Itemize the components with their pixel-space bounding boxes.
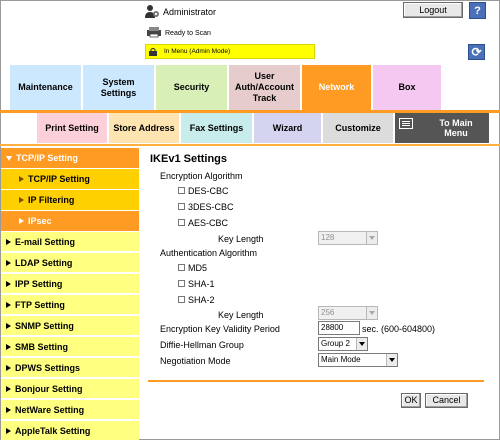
tab-network[interactable]: Network [302, 65, 372, 110]
sidebar-item-ipp-setting[interactable]: IPP Setting [1, 274, 139, 294]
sha2-label: SHA-2 [188, 295, 215, 305]
chevron-right-icon [19, 176, 24, 182]
chevron-down-icon [366, 232, 377, 244]
chevron-right-icon [6, 280, 11, 287]
sidebar-item-ip-filtering[interactable]: IP Filtering [1, 190, 139, 210]
sha2-checkbox[interactable] [178, 296, 185, 303]
sidebar-item-appletalk-setting[interactable]: AppleTalk Setting [1, 421, 139, 440]
chevron-right-icon [19, 218, 24, 224]
sidebar-item-smb-setting[interactable]: SMB Setting [1, 337, 139, 357]
sha1-label: SHA-1 [188, 279, 215, 289]
tab-system-settings[interactable]: System Settings [83, 65, 155, 110]
subtab-divider [0, 144, 500, 146]
cancel-button[interactable]: Cancel [425, 393, 468, 408]
validity-period-input[interactable]: 28800 [318, 321, 360, 335]
refresh-icon[interactable]: ⟳ [468, 44, 485, 60]
chevron-down-icon [356, 338, 367, 350]
tab-security[interactable]: Security [156, 65, 228, 110]
md5-checkbox[interactable] [178, 264, 185, 271]
auth-key-length-label: Key Length [218, 310, 264, 320]
chevron-right-icon [6, 259, 11, 266]
sidebar-item-ipsec[interactable]: IPsec [1, 211, 139, 231]
chevron-right-icon [6, 343, 11, 350]
sidebar-item-netware-setting[interactable]: NetWare Setting [1, 400, 139, 420]
sidebar-item-snmp-setting[interactable]: SNMP Setting [1, 316, 139, 336]
dh-group-select[interactable]: Group 2 [318, 337, 368, 351]
sidebar-item-ftp-setting[interactable]: FTP Setting [1, 295, 139, 315]
tab-user-auth-account-track[interactable]: User Auth/Account Track [229, 65, 301, 110]
chevron-down-icon [6, 155, 12, 161]
sidebar-item-tcpip-setting-sub[interactable]: TCP/IP Setting [1, 169, 139, 189]
help-button[interactable]: ? [469, 2, 486, 19]
chevron-down-icon [366, 307, 377, 319]
validity-period-label: Encryption Key Validity Period [160, 324, 280, 334]
mode-lock-icon [149, 48, 157, 56]
aes-cbc-label: AES-CBC [188, 218, 229, 228]
3des-cbc-checkbox[interactable] [178, 203, 185, 210]
chevron-right-icon [6, 322, 11, 329]
sidebar-item-tcpip-setting[interactable]: TCP/IP Setting [1, 148, 139, 168]
chevron-right-icon [6, 427, 11, 434]
chevron-right-icon [6, 385, 11, 392]
chevron-right-icon [6, 406, 11, 413]
chevron-right-icon [6, 301, 11, 308]
chevron-right-icon [19, 197, 24, 203]
des-cbc-label: DES-CBC [188, 186, 229, 196]
chevron-right-icon [6, 238, 11, 245]
authentication-algorithm-label: Authentication Algorithm [160, 248, 258, 258]
subtab-customize[interactable]: Customize [323, 113, 394, 143]
sha1-checkbox[interactable] [178, 280, 185, 287]
chevron-right-icon [6, 364, 11, 371]
des-cbc-checkbox[interactable] [178, 187, 185, 194]
md5-label: MD5 [188, 263, 208, 273]
negotiation-mode-label: Negotiation Mode [160, 356, 231, 366]
admin-mode-bar: In Menu (Admin Mode) [145, 44, 315, 59]
tab-box[interactable]: Box [373, 65, 442, 110]
sidebar-item-bonjour-setting[interactable]: Bonjour Setting [1, 379, 139, 399]
chevron-down-icon [386, 354, 397, 366]
status-text: Ready to Scan [165, 30, 211, 37]
negotiation-mode-select[interactable]: Main Mode [318, 353, 398, 367]
tab-maintenance[interactable]: Maintenance [10, 65, 82, 110]
encryption-algorithm-label: Encryption Algorithm [160, 171, 243, 181]
3des-cbc-label: 3DES-CBC [188, 202, 234, 212]
content-divider [148, 380, 484, 382]
ok-button[interactable]: OK [401, 393, 421, 408]
enc-key-length-select[interactable]: 128 [318, 231, 378, 245]
aes-cbc-checkbox[interactable] [178, 219, 185, 226]
sidebar-item-dpws-settings[interactable]: DPWS Settings [1, 358, 139, 378]
admin-mode-text: In Menu (Admin Mode) [164, 48, 231, 55]
user-name: Administrator [163, 7, 217, 17]
sidebar-item-ldap-setting[interactable]: LDAP Setting [1, 253, 139, 273]
subtab-store-address[interactable]: Store Address [109, 113, 180, 143]
auth-key-length-select[interactable]: 256 [318, 306, 378, 320]
dh-group-label: Diffie-Hellman Group [160, 340, 244, 350]
subtab-fax-settings[interactable]: Fax Settings [181, 113, 253, 143]
logout-button[interactable]: Logout [403, 2, 463, 18]
main-menu-icon [399, 118, 413, 129]
page-title: IKEv1 Settings [150, 153, 228, 165]
sidebar-item-email-setting[interactable]: E-mail Setting [1, 232, 139, 252]
subtab-wizard[interactable]: Wizard [254, 113, 322, 143]
administrator-icon [145, 5, 159, 18]
to-main-menu-button[interactable]: To Main Menu [395, 113, 490, 143]
printer-status-icon [147, 27, 161, 38]
to-main-menu-label: To Main Menu [439, 118, 473, 138]
enc-key-length-label: Key Length [218, 234, 264, 244]
subtab-print-setting[interactable]: Print Setting [37, 113, 108, 143]
validity-period-unit: sec. (600-604800) [362, 324, 436, 334]
